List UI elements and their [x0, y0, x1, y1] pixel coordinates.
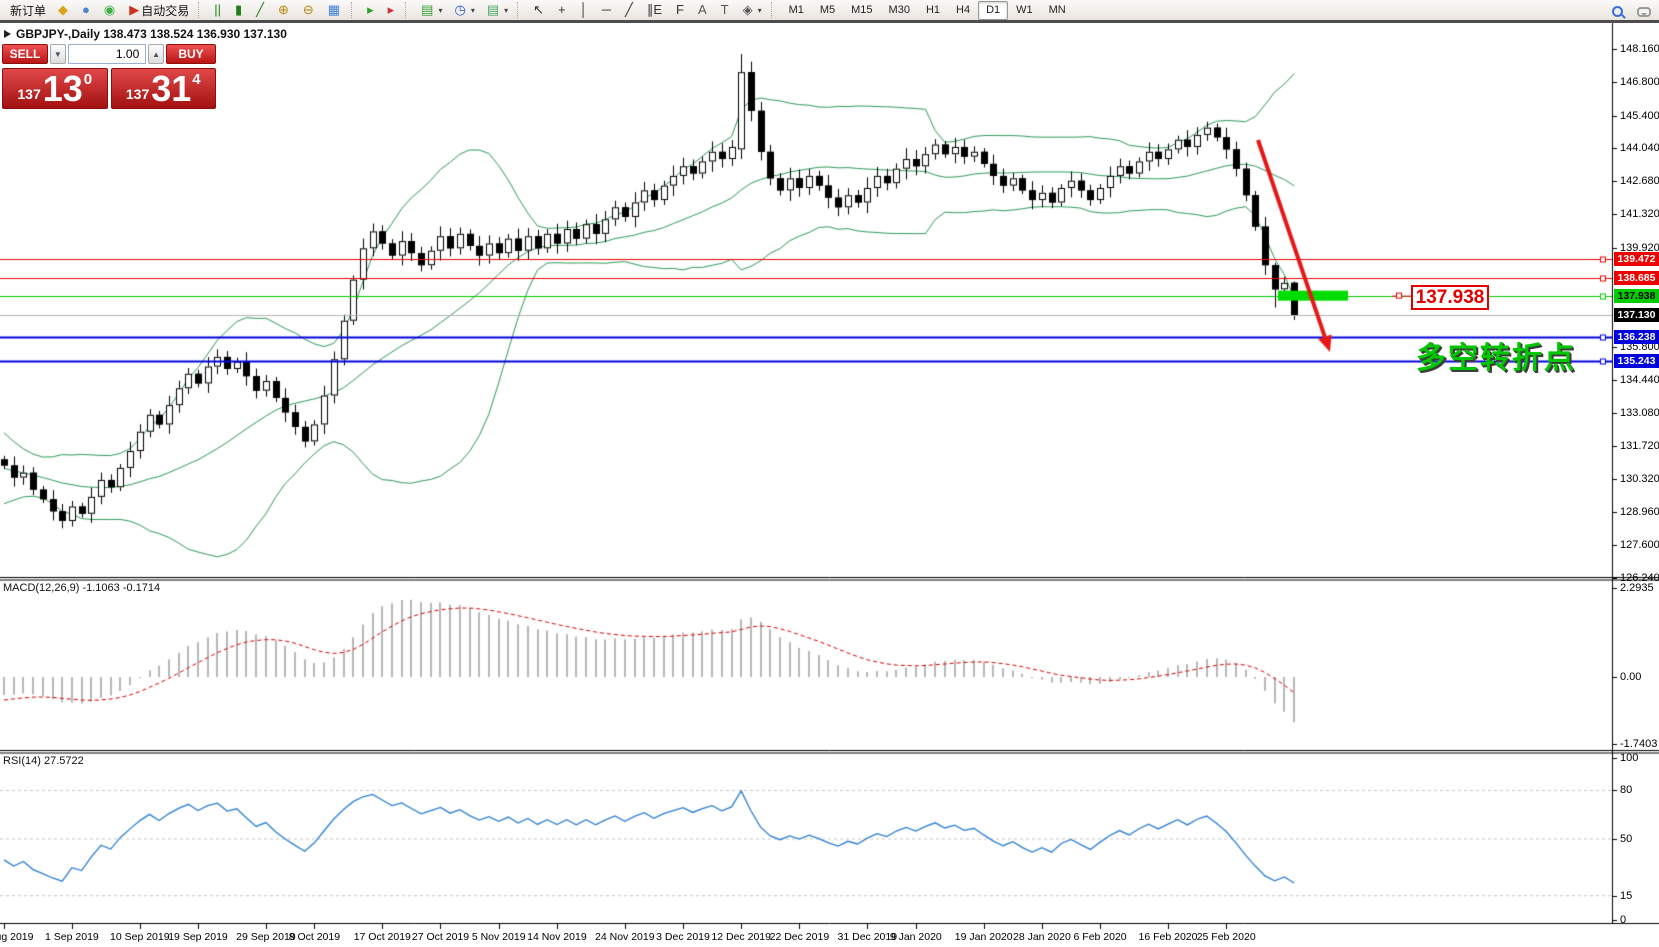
horizontal-line-icon[interactable]: ─: [596, 1, 619, 20]
shapes-dropdown[interactable]: ◈▾: [737, 1, 768, 20]
periods-dropdown[interactable]: ◷▾: [448, 1, 480, 20]
auto-scroll-icon[interactable]: ▸: [361, 1, 382, 20]
sell-price-display[interactable]: 137 13 0: [2, 68, 108, 109]
periods-dropdown-glyph: ◷: [454, 2, 465, 18]
candlestick-chart-icon-glyph: ▮: [235, 2, 242, 18]
navigator-icon[interactable]: ●: [76, 1, 98, 20]
autotrading-button[interactable]: ▶自动交易: [123, 1, 195, 20]
horizontal-line-icon-glyph: ─: [602, 2, 611, 18]
toolbar: 新订单◆●◉▶自动交易||▮╱⊕⊖▦▸▸▤▾◷▾▤▾↖+│─╱∥EFAT◈▾ M…: [0, 0, 1659, 23]
toolbar-right: [1612, 2, 1651, 21]
vertical-line-icon[interactable]: │: [574, 1, 596, 20]
text-icon[interactable]: A: [692, 1, 715, 20]
tile-windows-icon[interactable]: ▦: [322, 1, 348, 20]
dropdown-caret-icon: ▾: [504, 6, 508, 15]
one-click-trading-panel: SELL ▼ 1.00 ▲ BUY 137 13 0 137 31 4: [2, 44, 216, 109]
dropdown-caret-icon: ▾: [438, 6, 442, 15]
chat-icon[interactable]: [1637, 7, 1651, 17]
sell-price-pips: 13: [43, 72, 83, 106]
text-icon-glyph: A: [698, 2, 707, 18]
timeframe-button-h1[interactable]: H1: [918, 1, 948, 20]
timeframe-button-m30[interactable]: M30: [881, 1, 918, 20]
vertical-line-icon-glyph: │: [580, 2, 588, 18]
candlestick-chart-icon[interactable]: ▮: [229, 1, 250, 20]
volume-field[interactable]: 1.00: [68, 44, 147, 64]
chart-shift-icon-glyph: ▸: [388, 2, 395, 18]
line-chart-icon-glyph: ╱: [256, 2, 264, 18]
toolbar-items: 新订单◆●◉▶自动交易||▮╱⊕⊖▦▸▸▤▾◷▾▤▾↖+│─╱∥EFAT◈▾: [4, 1, 781, 20]
navigator-icon-glyph: ●: [82, 2, 90, 18]
market-watch-icon-glyph: ◆: [58, 2, 68, 18]
auto-scroll-icon-glyph: ▸: [367, 2, 374, 18]
trendline-icon-glyph: ╱: [625, 2, 633, 18]
bar-chart-icon-glyph: ||: [214, 2, 221, 18]
bar-chart-icon[interactable]: ||: [208, 1, 229, 20]
market-watch-icon[interactable]: ◆: [52, 1, 76, 20]
timeframe-button-h4[interactable]: H4: [948, 1, 978, 20]
fibonacci-icon-glyph: F: [676, 2, 684, 18]
timeframe-button-m15[interactable]: M15: [843, 1, 880, 20]
toolbar-separator: [351, 2, 358, 18]
timeframe-button-d1[interactable]: D1: [978, 1, 1008, 20]
search-icon[interactable]: [1612, 6, 1623, 17]
new-chart-dropdown[interactable]: ▤▾: [415, 1, 448, 20]
fibonacci-icon[interactable]: F: [670, 1, 692, 20]
timeframe-button-w1[interactable]: W1: [1008, 1, 1041, 20]
timeframe-button-m1[interactable]: M1: [781, 1, 812, 20]
timeframe-button-mn[interactable]: MN: [1041, 1, 1074, 20]
templates-dropdown[interactable]: ▤▾: [481, 1, 514, 20]
turning-point-note[interactable]: 多空转折点: [1416, 333, 1576, 377]
zoom-out-icon[interactable]: ⊖: [297, 1, 322, 20]
autotrading-button-glyph: ▶: [129, 2, 139, 18]
toolbar-separator: [517, 2, 524, 18]
cursor-icon-glyph: ↖: [533, 2, 544, 18]
toolbar-separator: [771, 2, 778, 18]
price-level-callout[interactable]: 137.938: [1411, 285, 1489, 310]
buy-price-point: 4: [192, 71, 200, 88]
text-label-icon[interactable]: T: [715, 1, 737, 20]
trendline-icon[interactable]: ╱: [619, 1, 641, 20]
text-label-icon-glyph: T: [721, 2, 729, 18]
buy-price-display[interactable]: 137 31 4: [111, 68, 217, 109]
toolbar-separator: [198, 2, 205, 18]
shapes-dropdown-glyph: ◈: [743, 2, 753, 18]
zoom-in-icon[interactable]: ⊕: [272, 1, 297, 20]
tile-windows-icon-glyph: ▦: [328, 2, 340, 18]
sell-button[interactable]: SELL: [2, 44, 48, 64]
zoom-out-icon-glyph: ⊖: [303, 2, 314, 18]
equidistant-channel-icon-glyph: ∥E: [647, 2, 662, 18]
crosshair-icon-glyph: +: [558, 2, 566, 18]
terminal-icon-glyph: ◉: [104, 2, 115, 18]
line-chart-icon[interactable]: ╱: [250, 1, 272, 20]
chart-shift-icon[interactable]: ▸: [382, 1, 403, 20]
buy-price-pips: 31: [151, 72, 191, 106]
new-order-button[interactable]: 新订单: [4, 1, 52, 20]
timeframe-button-m5[interactable]: M5: [812, 1, 843, 20]
cursor-icon[interactable]: ↖: [527, 1, 552, 20]
volume-increase-button[interactable]: ▲: [148, 44, 164, 64]
price-chart-canvas[interactable]: [0, 0, 1659, 947]
zoom-in-icon-glyph: ⊕: [278, 2, 289, 18]
equidistant-channel-icon[interactable]: ∥E: [641, 1, 670, 20]
volume-decrease-button[interactable]: ▼: [50, 44, 66, 64]
new-chart-dropdown-glyph: ▤: [421, 2, 433, 18]
mt4-window: 新订单◆●◉▶自动交易||▮╱⊕⊖▦▸▸▤▾◷▾▤▾↖+│─╱∥EFAT◈▾ M…: [0, 0, 1659, 947]
sell-price-figure: 137: [17, 86, 40, 102]
crosshair-icon[interactable]: +: [552, 1, 574, 20]
buy-button[interactable]: BUY: [166, 44, 216, 64]
buy-price-figure: 137: [126, 86, 149, 102]
dropdown-caret-icon: ▾: [758, 6, 762, 15]
templates-dropdown-glyph: ▤: [487, 2, 499, 18]
dropdown-caret-icon: ▾: [471, 6, 475, 15]
new-order-button-label: 新订单: [10, 2, 46, 19]
timeframe-toolbar: M1M5M15M30H1H4D1W1MN: [781, 1, 1074, 20]
terminal-icon[interactable]: ◉: [98, 1, 123, 20]
toolbar-separator: [405, 2, 412, 18]
sell-price-point: 0: [84, 71, 92, 88]
autotrading-button-label: 自动交易: [141, 2, 189, 19]
